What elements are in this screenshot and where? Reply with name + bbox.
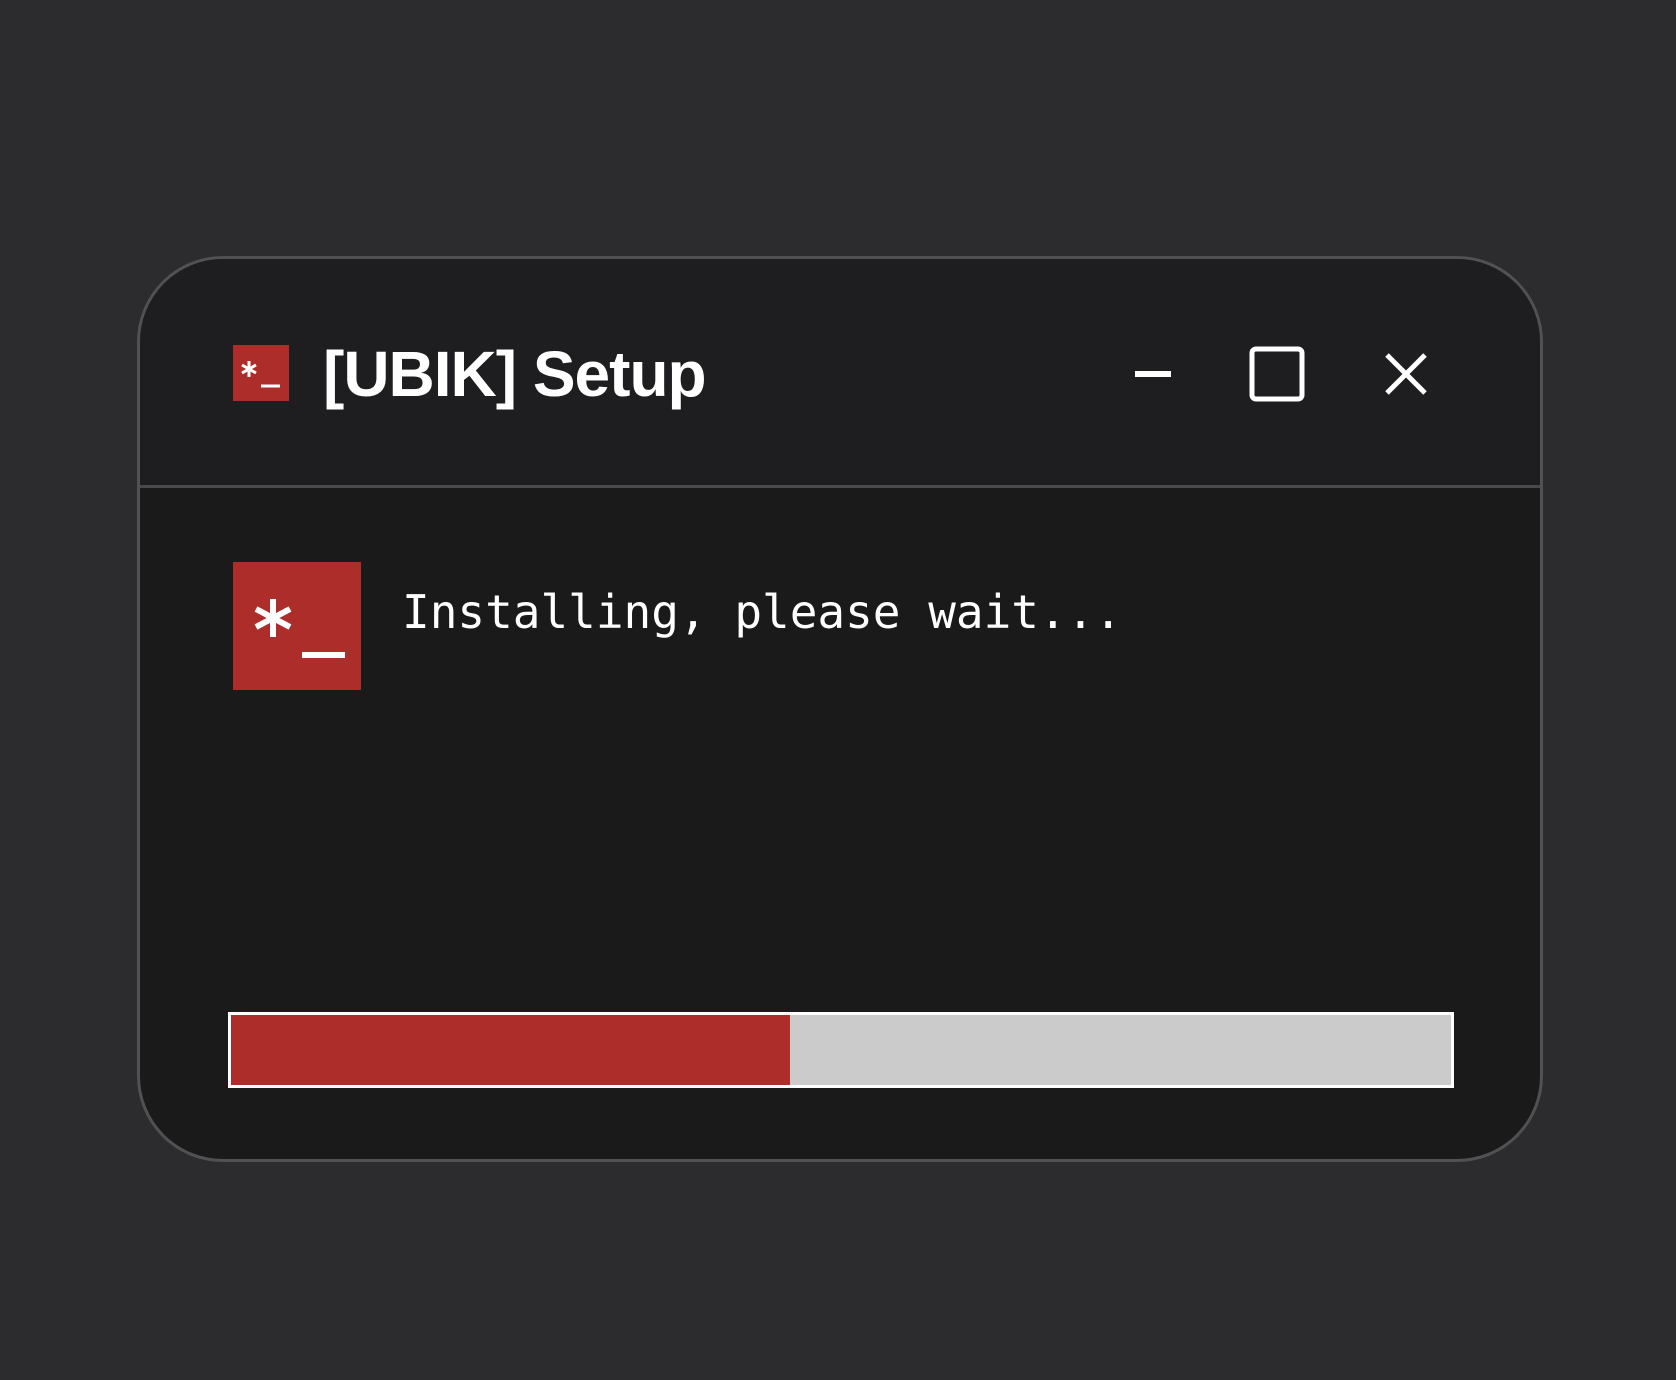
maximize-button[interactable]: [1237, 334, 1317, 414]
maximize-icon: [1249, 346, 1305, 402]
progress-bar: [228, 1012, 1454, 1088]
close-button[interactable]: [1366, 334, 1446, 414]
title-bar[interactable]: [UBIK] Setup: [140, 259, 1540, 488]
minimize-icon: [1135, 371, 1171, 377]
progress-fill: [231, 1015, 790, 1085]
close-icon: [1385, 353, 1427, 395]
window-title: [UBIK] Setup: [323, 338, 707, 410]
minimize-button[interactable]: [1113, 334, 1193, 414]
setup-window: [UBIK] Setup Installing, please wait...: [137, 256, 1543, 1162]
terminal-prompt-icon: [233, 562, 361, 690]
status-message: Installing, please wait...: [402, 585, 1123, 639]
terminal-prompt-icon: [233, 345, 289, 401]
